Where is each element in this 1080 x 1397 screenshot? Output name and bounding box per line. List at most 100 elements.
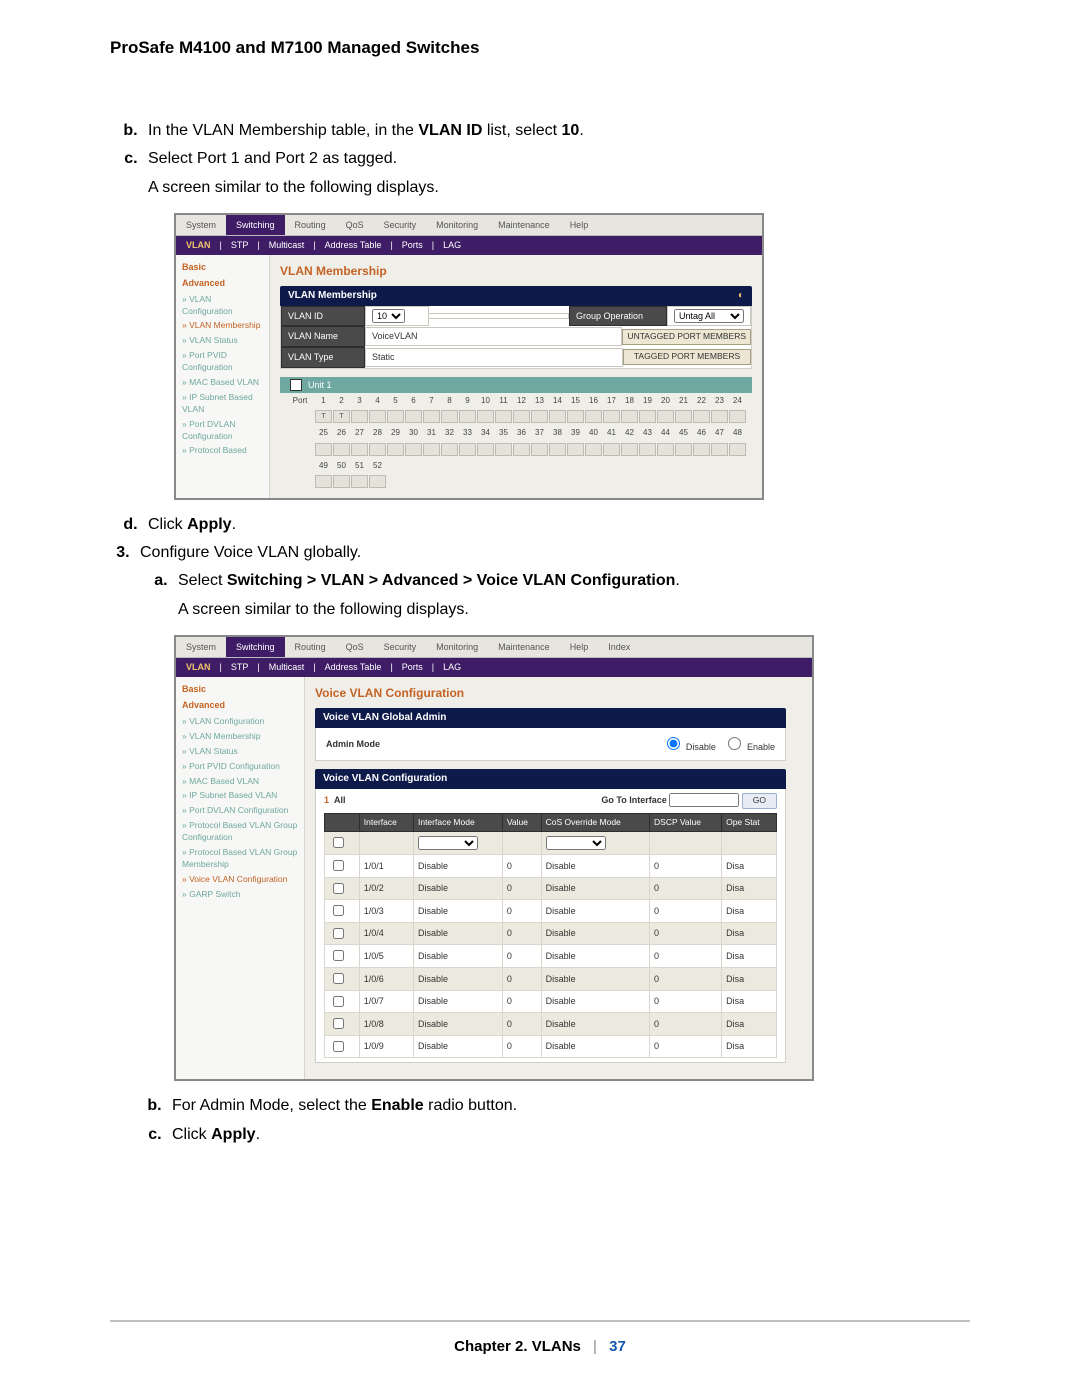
subtab-address-table[interactable]: Address Table [325, 239, 382, 252]
admin-mode-enable[interactable]: Enable [723, 742, 775, 752]
sidebar-item[interactable]: » VLAN Configuration [182, 292, 263, 319]
port-slot[interactable] [639, 443, 656, 456]
row-checkbox[interactable] [333, 1018, 344, 1029]
row-checkbox[interactable] [333, 1041, 344, 1052]
subtab-vlan[interactable]: VLAN [186, 661, 211, 674]
tab-qos[interactable]: QoS [336, 637, 374, 657]
group-op-select[interactable]: Untag All [674, 309, 744, 323]
port-slot[interactable] [549, 410, 566, 423]
port-slot[interactable] [495, 410, 512, 423]
sidebar-item[interactable]: » GARP Switch [182, 887, 298, 902]
tab-qos[interactable]: QoS [336, 215, 374, 235]
goto-input[interactable] [669, 793, 739, 807]
port-slot[interactable] [351, 443, 368, 456]
port-slot[interactable] [531, 443, 548, 456]
sidebar-item[interactable]: » VLAN Configuration [182, 714, 298, 729]
tab-routing[interactable]: Routing [285, 215, 336, 235]
port-slot[interactable] [729, 443, 746, 456]
tab-help[interactable]: Help [560, 215, 599, 235]
row-checkbox[interactable] [333, 996, 344, 1007]
tab-monitoring[interactable]: Monitoring [426, 215, 488, 235]
port-slot[interactable] [477, 443, 494, 456]
row-checkbox[interactable] [333, 950, 344, 961]
port-slot[interactable] [351, 475, 368, 488]
sidebar-item-active[interactable]: » Voice VLAN Configuration [182, 872, 298, 887]
subtab-stp[interactable]: STP [231, 239, 249, 252]
unit-strip[interactable]: Unit 1 [280, 377, 752, 394]
port-slot[interactable] [459, 410, 476, 423]
tab-index[interactable]: Index [598, 637, 640, 657]
port-slot[interactable] [387, 443, 404, 456]
port-slot[interactable] [567, 410, 584, 423]
port-slot[interactable] [441, 410, 458, 423]
port-slot[interactable] [675, 410, 692, 423]
subtab-lag[interactable]: LAG [443, 239, 461, 252]
row-checkbox[interactable] [333, 905, 344, 916]
port-slot[interactable] [675, 443, 692, 456]
sidebar-item[interactable]: » MAC Based VLAN [182, 376, 263, 391]
sidebar-item[interactable]: » Protocol Based VLAN Group Membership [182, 845, 298, 872]
port-slot[interactable] [603, 443, 620, 456]
port-slot[interactable] [315, 443, 332, 456]
port-slot[interactable] [603, 410, 620, 423]
cos-select[interactable] [546, 836, 606, 850]
tab-routing[interactable]: Routing [285, 637, 336, 657]
port-slot[interactable] [657, 410, 674, 423]
tab-system[interactable]: System [176, 637, 226, 657]
row-checkbox[interactable] [333, 928, 344, 939]
port-slot[interactable] [657, 443, 674, 456]
subtab-stp[interactable]: STP [231, 661, 249, 674]
subtab-vlan[interactable]: VLAN [186, 239, 211, 252]
tab-security[interactable]: Security [374, 637, 427, 657]
port-slot[interactable] [711, 443, 728, 456]
sidebar-item[interactable]: » IP Subnet Based VLAN [182, 789, 298, 804]
port-slot[interactable] [369, 410, 386, 423]
tab-help[interactable]: Help [560, 637, 599, 657]
sidebar-group-advanced[interactable]: Advanced [182, 699, 298, 712]
port-slot[interactable] [513, 410, 530, 423]
sidebar-group-basic[interactable]: Basic [182, 683, 298, 696]
subtab-address-table[interactable]: Address Table [325, 661, 382, 674]
sidebar-item-active[interactable]: » VLAN Membership [182, 319, 263, 334]
sidebar-item[interactable]: » Protocol Based [182, 444, 263, 459]
vlan-id-select[interactable]: 10 [372, 309, 405, 323]
untagged-members-button[interactable]: UNTAGGED PORT MEMBERS [622, 329, 751, 345]
port-slot[interactable]: T [333, 410, 350, 423]
subtab-lag[interactable]: LAG [443, 661, 461, 674]
port-slot[interactable] [387, 410, 404, 423]
sidebar-item[interactable]: » Port DVLAN Configuration [182, 804, 298, 819]
sidebar-item[interactable]: » Port PVID Configuration [182, 759, 298, 774]
port-slot[interactable] [369, 475, 386, 488]
sidebar-item[interactable]: » VLAN Status [182, 744, 298, 759]
if-mode-select[interactable] [418, 836, 478, 850]
tagged-members-button[interactable]: TAGGED PORT MEMBERS [623, 349, 751, 365]
port-slot[interactable] [567, 443, 584, 456]
row-checkbox[interactable] [333, 883, 344, 894]
subtab-ports[interactable]: Ports [402, 239, 423, 252]
port-slot[interactable] [639, 410, 656, 423]
tab-switching[interactable]: Switching [226, 637, 285, 657]
port-slot[interactable] [693, 410, 710, 423]
tab-system[interactable]: System [176, 215, 226, 235]
all-label[interactable]: All [334, 795, 346, 805]
port-slot[interactable] [621, 410, 638, 423]
port-slot[interactable] [459, 443, 476, 456]
port-slot[interactable]: T [315, 410, 332, 423]
port-slot[interactable] [711, 410, 728, 423]
port-slot[interactable] [441, 443, 458, 456]
sidebar-item[interactable]: » MAC Based VLAN [182, 774, 298, 789]
sidebar-group-advanced[interactable]: Advanced [182, 277, 263, 290]
port-slot[interactable] [531, 410, 548, 423]
subtab-multicast[interactable]: Multicast [269, 661, 305, 674]
sidebar-item[interactable]: » IP Subnet Based VLAN [182, 390, 263, 417]
subtab-multicast[interactable]: Multicast [269, 239, 305, 252]
port-slot[interactable] [351, 410, 368, 423]
port-slot[interactable] [585, 410, 602, 423]
row-checkbox[interactable] [333, 860, 344, 871]
port-slot[interactable] [423, 443, 440, 456]
port-slot[interactable] [729, 410, 746, 423]
sidebar-group-basic[interactable]: Basic [182, 261, 263, 274]
port-slot[interactable] [423, 410, 440, 423]
sidebar-item[interactable]: » Protocol Based VLAN Group Configuratio… [182, 819, 298, 846]
sidebar-item[interactable]: » Port DVLAN Configuration [182, 417, 263, 444]
